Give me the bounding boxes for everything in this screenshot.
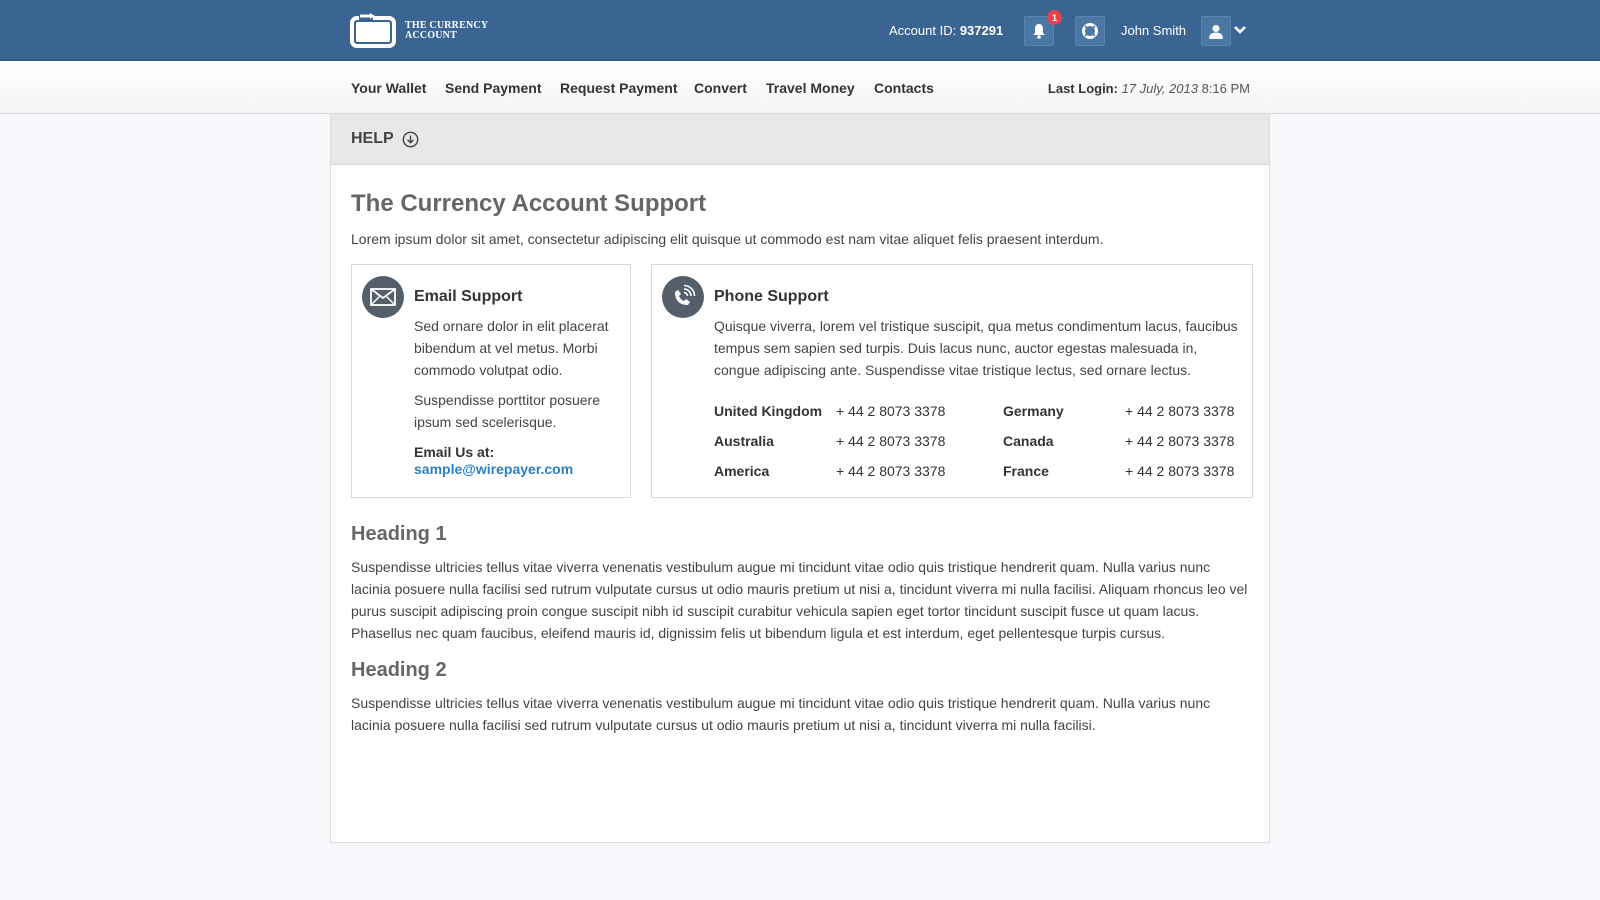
logo-text-line2: ACCOUNT	[405, 29, 457, 41]
phone-row: United Kingdom + 44 2 8073 3378 Germany …	[714, 403, 1234, 433]
help-label: HELP	[351, 130, 394, 147]
email-us-label: Email Us at:	[414, 444, 495, 460]
help-bar[interactable]: HELP	[331, 114, 1269, 165]
intro-text: Lorem ipsum dolor sit amet, consectetur …	[351, 231, 1104, 247]
nav-your-wallet[interactable]: Your Wallet	[351, 80, 426, 96]
country-name: Germany	[1003, 403, 1064, 419]
user-icon	[1209, 24, 1223, 39]
phone-number[interactable]: + 44 2 8073 3378	[836, 403, 945, 419]
nav-convert[interactable]: Convert	[694, 80, 747, 96]
section-text-2: Suspendisse ultricies tellus vitae viver…	[351, 695, 1211, 733]
last-login-label: Last Login:	[1047, 81, 1118, 96]
logo-text-line1: THE CURRENCY	[405, 19, 489, 31]
bell-icon	[1032, 23, 1046, 39]
email-support-title: Email Support	[414, 288, 523, 305]
support-email-link[interactable]: sample@wirepayer.com	[414, 461, 573, 477]
page-title: The Currency Account Support	[351, 190, 707, 217]
user-avatar-button[interactable]	[1201, 16, 1231, 46]
country-name: France	[1003, 463, 1049, 479]
phone-row: America + 44 2 8073 3378 France + 44 2 8…	[714, 463, 1234, 493]
logo-icon	[350, 13, 396, 48]
country-name: America	[714, 463, 770, 479]
section-heading-1: Heading 1	[351, 523, 447, 545]
phone-number[interactable]: + 44 2 8073 3378	[1125, 463, 1234, 479]
nav-contacts[interactable]: Contacts	[874, 80, 934, 96]
phone-row: Australia + 44 2 8073 3378 Canada + 44 2…	[714, 433, 1234, 463]
section-text-1: Suspendisse ultricies tellus vitae viver…	[351, 559, 1248, 641]
user-name[interactable]: John Smith	[1121, 23, 1186, 38]
nav-send-payment[interactable]: Send Payment	[445, 80, 541, 96]
notification-badge: 1	[1047, 10, 1062, 25]
help-panel: HELP The Currency Account Support Lorem …	[330, 114, 1270, 843]
top-header: THE CURRENCY ACCOUNT Account ID: 937291 …	[0, 0, 1600, 61]
last-login-date: 17 July, 2013	[1121, 81, 1198, 96]
last-login: Last Login: 17 July, 2013 8:16 PM	[1048, 81, 1250, 96]
account-id: Account ID: 937291	[889, 23, 1003, 38]
notifications-button[interactable]: 1	[1024, 10, 1062, 46]
email-support-card: Email Support Sed ornare dolor in elit p…	[351, 264, 631, 498]
account-id-value: 937291	[959, 23, 1004, 38]
nav-travel-money[interactable]: Travel Money	[766, 80, 855, 96]
main-nav: Your Wallet Send Payment Request Payment…	[0, 61, 1600, 114]
account-id-label: Account ID:	[889, 23, 957, 38]
email-support-text-1: Sed ornare dolor in elit placerat bibend…	[414, 318, 609, 378]
phone-number[interactable]: + 44 2 8073 3378	[836, 433, 945, 449]
country-name: Canada	[1003, 433, 1054, 449]
support-button[interactable]	[1075, 16, 1105, 46]
phone-support-text: Quisque viverra, lorem vel tristique sus…	[714, 318, 1238, 378]
last-login-time: 8:16 PM	[1201, 81, 1250, 96]
logo-text: THE CURRENCY ACCOUNT	[405, 19, 489, 41]
phone-number[interactable]: + 44 2 8073 3378	[836, 463, 945, 479]
country-name: Australia	[714, 433, 774, 449]
section-heading-2: Heading 2	[351, 659, 447, 681]
phone-numbers-table: United Kingdom + 44 2 8073 3378 Germany …	[714, 403, 1234, 493]
phone-number[interactable]: + 44 2 8073 3378	[1125, 433, 1234, 449]
envelope-icon	[362, 276, 404, 318]
arrow-down-circle-icon[interactable]	[402, 131, 419, 148]
phone-support-title: Phone Support	[714, 288, 829, 305]
country-name: United Kingdom	[714, 403, 823, 419]
logo[interactable]: THE CURRENCY ACCOUNT	[350, 13, 488, 48]
phone-support-card: Phone Support Quisque viverra, lorem vel…	[651, 264, 1253, 498]
nav-request-payment[interactable]: Request Payment	[560, 80, 677, 96]
phone-number[interactable]: + 44 2 8073 3378	[1125, 403, 1234, 419]
email-support-text-2: Suspendisse porttitor posuere ipsum sed …	[414, 392, 600, 430]
lifebuoy-icon	[1082, 23, 1098, 39]
phone-icon	[662, 276, 704, 318]
chevron-down-icon[interactable]	[1233, 22, 1247, 40]
